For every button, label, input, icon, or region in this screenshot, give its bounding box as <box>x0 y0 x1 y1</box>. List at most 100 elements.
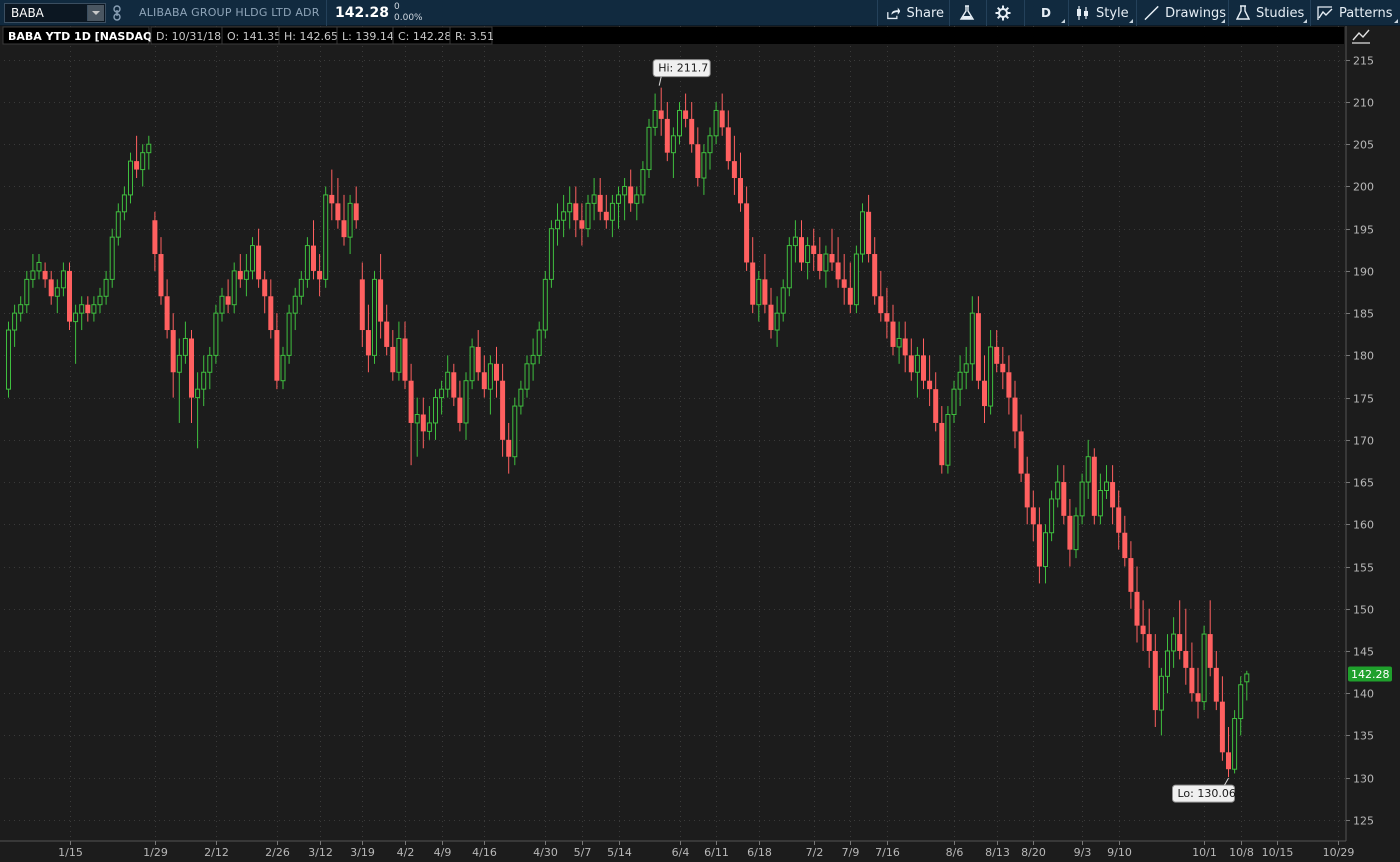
candle-body <box>54 287 60 297</box>
dropdown-corner-icon <box>1394 19 1398 23</box>
patterns-label: Patterns <box>1339 5 1393 21</box>
symbol-input[interactable]: BABA <box>4 3 106 23</box>
candle-body <box>609 202 615 221</box>
candle-body <box>115 211 121 238</box>
candle-body <box>195 388 201 399</box>
candle-body <box>146 143 152 154</box>
y-tick-label: 180 <box>1353 350 1374 363</box>
ohlc-header: BABA YTD 1D [NASDAQ] D: 10/31/18 O: 141.… <box>2 26 1344 45</box>
x-tick-label: 4/2 <box>397 846 415 859</box>
candle-body <box>817 254 823 271</box>
candle-body <box>439 388 445 399</box>
candle-body <box>890 321 896 347</box>
candle-body <box>744 203 750 263</box>
x-tick-label: 4/9 <box>434 846 452 859</box>
x-tick-label: 10/8 <box>1229 846 1254 859</box>
candle-body <box>1189 667 1195 694</box>
candle-body <box>250 245 255 272</box>
style-button[interactable]: Style <box>1076 0 1134 26</box>
dropdown-corner-icon <box>1129 19 1133 23</box>
toolbar-divider <box>949 0 950 26</box>
candle-body <box>792 236 798 247</box>
x-tick-label: 6/4 <box>672 846 690 859</box>
candle-body <box>1116 507 1122 533</box>
candle-body <box>670 135 676 154</box>
candle-body <box>103 278 109 297</box>
candle-body <box>256 245 262 280</box>
candle-body <box>841 279 847 288</box>
patterns-button[interactable]: Patterns <box>1317 0 1399 26</box>
candle-body <box>481 372 487 390</box>
candle-up <box>372 270 377 364</box>
candle-body <box>1128 558 1134 592</box>
dropdown-corner-icon <box>1303 19 1307 23</box>
candle-up <box>548 220 554 288</box>
candle-body <box>646 126 652 171</box>
candle-up <box>286 304 292 364</box>
candle-body <box>982 380 987 407</box>
studies-button[interactable]: Studies <box>1236 0 1308 26</box>
candle-body <box>701 152 707 179</box>
candle-body <box>902 338 908 356</box>
candle-body <box>231 270 237 306</box>
candle-body <box>530 354 536 365</box>
gear-icon <box>995 5 1011 21</box>
link-icon[interactable] <box>112 5 122 21</box>
candle-body <box>872 254 878 297</box>
header-high: H: 142.65 <box>284 30 338 43</box>
candle-body <box>219 295 225 314</box>
flask-button[interactable] <box>959 0 979 26</box>
x-tick-label: 10/29 <box>1323 846 1355 859</box>
price-change: 0 0.00% <box>394 2 423 24</box>
aggregation-label: D <box>1041 6 1051 20</box>
company-name: ALIBABA GROUP HLDG LTD ADR <box>139 6 320 19</box>
candle-body <box>286 312 292 356</box>
toolbar-divider <box>1228 0 1229 26</box>
candle-body <box>341 220 347 238</box>
share-button[interactable]: Share <box>886 0 944 26</box>
candle-body <box>658 110 664 119</box>
candle-down <box>67 262 72 331</box>
candle-body <box>1073 515 1079 551</box>
candle-body <box>292 295 298 314</box>
candle-body <box>469 346 475 382</box>
candle-up <box>1201 625 1207 711</box>
candle-body <box>835 262 841 280</box>
candle-body <box>738 178 743 204</box>
x-tick-label: 5/7 <box>574 846 592 859</box>
candle-body <box>512 405 518 458</box>
x-tick-label: 10/15 <box>1262 846 1294 859</box>
candle-body <box>304 245 310 280</box>
x-tick-label: 10/1 <box>1192 846 1217 859</box>
candle-body <box>408 380 414 423</box>
chart-title: BABA YTD 1D [NASDAQ] <box>8 30 157 43</box>
candle-body <box>518 388 524 407</box>
candle-body <box>91 304 97 314</box>
candle-body <box>622 185 628 196</box>
candle-body <box>164 296 170 331</box>
candle-body <box>1104 481 1109 492</box>
settings-button[interactable] <box>995 0 1015 26</box>
candle-body <box>597 194 603 212</box>
symbol-dropdown-button[interactable] <box>87 5 104 21</box>
symbol-text: BABA <box>11 6 44 20</box>
candle-body <box>860 211 865 255</box>
drawings-button[interactable]: Drawings <box>1144 0 1226 26</box>
candle-body <box>1226 752 1231 770</box>
candle-body <box>939 422 945 466</box>
candle-up <box>1232 710 1238 774</box>
dropdown-corner-icon <box>1061 19 1065 23</box>
candle-body <box>445 371 451 390</box>
price-chart[interactable]: 125 130 135 140 145 150 155 160 165 170 175 180 185 1… <box>0 26 1400 862</box>
patterns-icon <box>1317 6 1333 20</box>
candle-body <box>176 354 182 373</box>
candle-body <box>48 279 54 297</box>
candle-body <box>1140 625 1146 635</box>
candle-style-icon <box>1077 6 1088 20</box>
candle-body <box>1061 482 1067 516</box>
aggregation-button[interactable]: D <box>1026 0 1066 26</box>
candle-body <box>951 388 957 415</box>
x-tick-label: 1/15 <box>58 846 83 859</box>
candle-body <box>1232 718 1238 770</box>
candle-body <box>237 270 243 280</box>
